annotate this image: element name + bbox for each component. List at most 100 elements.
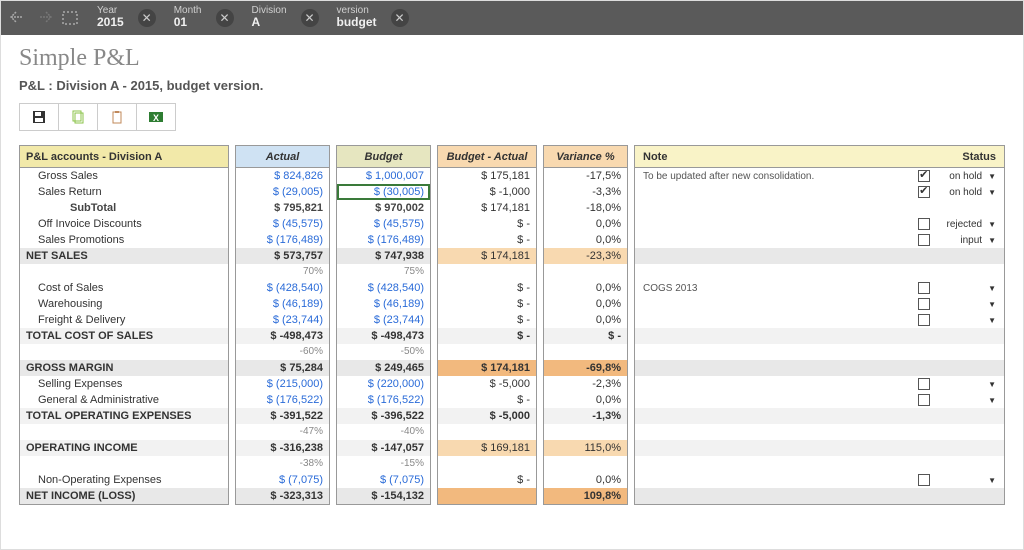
note-row — [635, 344, 1004, 360]
chevron-down-icon[interactable]: ▼ — [988, 188, 996, 197]
budget-cell[interactable]: $ -396,522 — [337, 408, 430, 424]
filter-chip[interactable]: DivisionA✕ — [246, 4, 325, 31]
variance-cell: 0,0% — [544, 472, 627, 488]
budget-cell[interactable]: $ (7,075) — [337, 472, 430, 488]
chevron-down-icon[interactable]: ▼ — [988, 220, 996, 229]
save-button[interactable] — [19, 103, 59, 131]
checkbox[interactable] — [918, 170, 930, 182]
actual-cell[interactable]: $ (176,522) — [236, 392, 329, 408]
budget-cell[interactable]: $ (46,189) — [337, 296, 430, 312]
budget-cell[interactable]: 75% — [337, 264, 430, 280]
account-cell: Sales Promotions — [20, 232, 228, 248]
variance-cell: -3,3% — [544, 184, 627, 200]
actual-cell[interactable]: -47% — [236, 424, 329, 440]
budget-cell[interactable]: $ 249,465 — [337, 360, 430, 376]
excel-export-button[interactable]: X — [136, 103, 176, 131]
actual-cell[interactable]: $ (29,005) — [236, 184, 329, 200]
actual-cell[interactable]: $ -498,473 — [236, 328, 329, 344]
filter-chip[interactable]: Year2015✕ — [91, 4, 162, 31]
actual-cell[interactable]: $ -323,313 — [236, 488, 329, 504]
clipboard-button[interactable] — [97, 103, 137, 131]
budget-cell[interactable]: $ -147,057 — [337, 440, 430, 456]
filter-chip[interactable]: Month01✕ — [168, 4, 240, 31]
actual-cell[interactable]: $ 824,826 — [236, 168, 329, 184]
chevron-down-icon[interactable]: ▼ — [988, 316, 996, 325]
account-cell: TOTAL OPERATING EXPENSES — [20, 408, 228, 424]
budget-cell[interactable]: -50% — [337, 344, 430, 360]
account-cell: General & Administrative — [20, 392, 228, 408]
chevron-down-icon[interactable]: ▼ — [988, 236, 996, 245]
actual-cell[interactable]: $ -391,522 — [236, 408, 329, 424]
accounts-header: P&L accounts - Division A — [20, 146, 228, 168]
close-icon[interactable]: ✕ — [216, 9, 234, 27]
diff-cell — [438, 456, 536, 472]
close-icon[interactable]: ✕ — [301, 9, 319, 27]
diff-cell: $ - — [438, 216, 536, 232]
budget-cell[interactable]: $ (428,540) — [337, 280, 430, 296]
variance-cell — [544, 344, 627, 360]
actual-cell[interactable]: $ 573,757 — [236, 248, 329, 264]
actual-cell[interactable]: -38% — [236, 456, 329, 472]
actual-cell[interactable]: $ (45,575) — [236, 216, 329, 232]
note-row: ▼ — [635, 392, 1004, 408]
checkbox[interactable] — [918, 186, 930, 198]
note-row: rejected▼ — [635, 216, 1004, 232]
variance-header: Variance % — [544, 146, 627, 168]
checkbox[interactable] — [918, 378, 930, 390]
budget-cell[interactable]: $ (45,575) — [337, 216, 430, 232]
budget-cell[interactable]: -15% — [337, 456, 430, 472]
close-icon[interactable]: ✕ — [391, 9, 409, 27]
budget-cell[interactable]: $ (176,489) — [337, 232, 430, 248]
budget-cell[interactable]: -40% — [337, 424, 430, 440]
note-row — [635, 488, 1004, 504]
budget-cell[interactable]: $ 970,002 — [337, 200, 430, 216]
chevron-down-icon[interactable]: ▼ — [988, 476, 996, 485]
actual-cell[interactable]: $ 75,284 — [236, 360, 329, 376]
chevron-down-icon[interactable]: ▼ — [988, 396, 996, 405]
checkbox[interactable] — [918, 234, 930, 246]
back-icon[interactable] — [7, 7, 29, 29]
budget-cell[interactable]: $ (176,522) — [337, 392, 430, 408]
actual-cell[interactable]: $ (215,000) — [236, 376, 329, 392]
filter-chip[interactable]: versionbudget✕ — [331, 4, 415, 31]
diff-cell: $ - — [438, 392, 536, 408]
chevron-down-icon[interactable]: ▼ — [988, 284, 996, 293]
actual-cell[interactable]: $ (7,075) — [236, 472, 329, 488]
checkbox[interactable] — [918, 394, 930, 406]
actual-cell[interactable]: $ (176,489) — [236, 232, 329, 248]
selection-icon[interactable] — [59, 7, 81, 29]
actual-cell[interactable]: $ (46,189) — [236, 296, 329, 312]
budget-cell[interactable]: $ (23,744) — [337, 312, 430, 328]
budget-cell[interactable]: $ 1,000,007 — [337, 168, 430, 184]
variance-cell: $ - — [544, 328, 627, 344]
close-icon[interactable]: ✕ — [138, 9, 156, 27]
copy-button[interactable] — [58, 103, 98, 131]
chevron-down-icon[interactable]: ▼ — [988, 380, 996, 389]
diff-cell: $ 174,181 — [438, 360, 536, 376]
budget-cell[interactable]: $ 747,938 — [337, 248, 430, 264]
note-row — [635, 360, 1004, 376]
actual-cell[interactable]: 70% — [236, 264, 329, 280]
checkbox[interactable] — [918, 474, 930, 486]
budget-cell[interactable]: $ (220,000) — [337, 376, 430, 392]
checkbox[interactable] — [918, 314, 930, 326]
actual-cell[interactable]: $ (23,744) — [236, 312, 329, 328]
chevron-down-icon[interactable]: ▼ — [988, 172, 996, 181]
checkbox[interactable] — [918, 218, 930, 230]
chevron-down-icon[interactable]: ▼ — [988, 300, 996, 309]
actual-cell[interactable]: $ -316,238 — [236, 440, 329, 456]
note-text[interactable]: To be updated after new consolidation. — [643, 171, 912, 182]
checkbox[interactable] — [918, 298, 930, 310]
diff-cell — [438, 344, 536, 360]
forward-icon[interactable] — [33, 7, 55, 29]
actual-cell[interactable]: $ (428,540) — [236, 280, 329, 296]
budget-cell[interactable]: $ -154,132 — [337, 488, 430, 504]
actual-cell[interactable]: $ 795,821 — [236, 200, 329, 216]
note-text[interactable]: COGS 2013 — [643, 283, 912, 294]
account-cell: Freight & Delivery — [20, 312, 228, 328]
account-cell: Cost of Sales — [20, 280, 228, 296]
actual-cell[interactable]: -60% — [236, 344, 329, 360]
budget-cell[interactable]: $ (30,005) — [337, 184, 430, 200]
checkbox[interactable] — [918, 282, 930, 294]
budget-cell[interactable]: $ -498,473 — [337, 328, 430, 344]
